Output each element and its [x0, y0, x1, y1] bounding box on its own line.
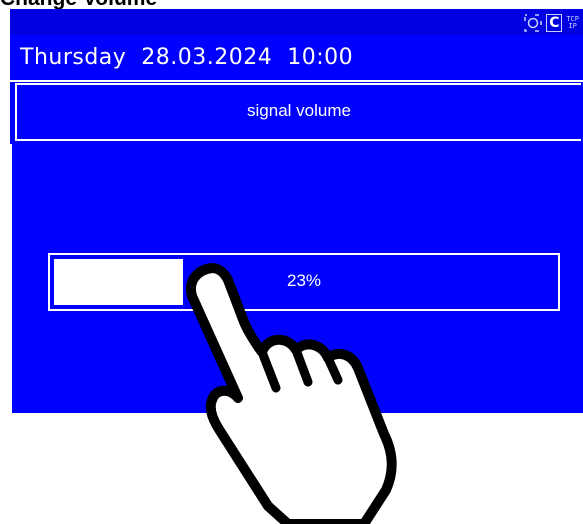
settings-title-panel: signal volume [15, 83, 581, 141]
tcp-ip-icon: TCP IP [566, 16, 579, 30]
left-divider [10, 144, 12, 413]
status-icons: C TCP IP [524, 13, 579, 33]
datetime-text: Thursday 28.03.2024 10:00 [20, 45, 354, 70]
pointing-hand-icon [186, 263, 397, 524]
ip-label: IP [568, 22, 577, 30]
datetime-bar: Thursday 28.03.2024 10:00 [10, 36, 583, 82]
status-bar: C TCP IP [10, 9, 583, 35]
camera-icon [524, 14, 543, 32]
c-logo-icon: C [546, 14, 563, 32]
settings-title: signal volume [247, 101, 351, 120]
